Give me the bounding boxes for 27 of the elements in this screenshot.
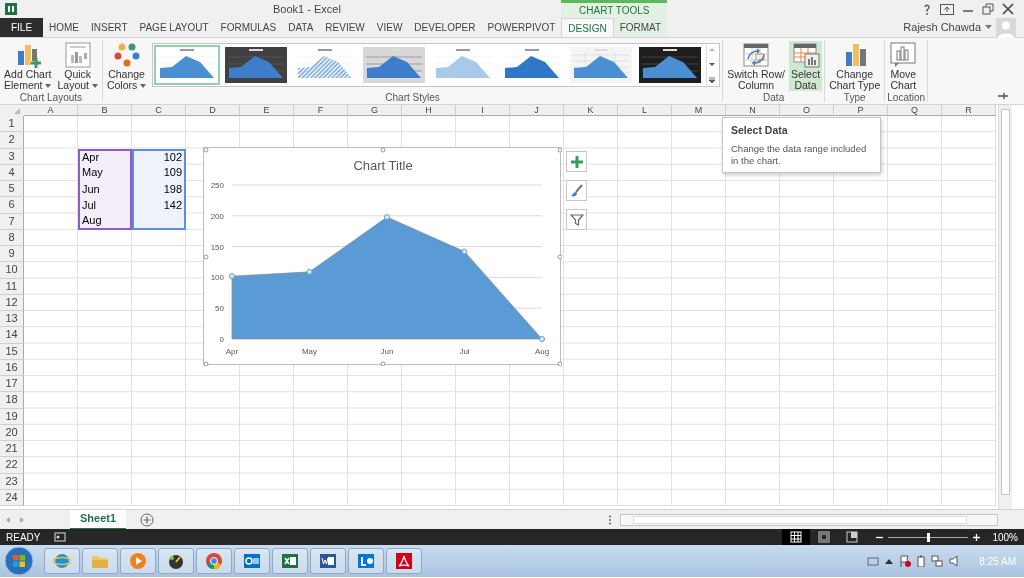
axis-label: 100 — [210, 273, 224, 283]
table-cell: 142 — [132, 197, 186, 214]
table-cell: 102 — [132, 148, 186, 165]
table-cell: 198 — [132, 181, 186, 198]
contextual-tab-label: CHART TOOLS — [578, 4, 651, 18]
axis-label: 150 — [210, 242, 224, 252]
status-text: READY — [6, 530, 41, 545]
table-cell: Apr — [78, 148, 132, 165]
tooltip-text: Change the data range included in the chart. — [731, 142, 868, 167]
group-label: Data — [762, 91, 786, 104]
group-label: Chart Styles — [384, 91, 441, 104]
axis-label: Apr — [225, 347, 239, 356]
group-label: Chart Layouts — [18, 91, 84, 104]
axis-label: 50 — [215, 304, 224, 314]
axis-label: Aug — [534, 347, 550, 356]
axis-label: Jun — [380, 347, 394, 356]
axis-label: May — [301, 347, 318, 356]
group-label: Location — [887, 91, 926, 104]
axis-label: 250 — [210, 181, 224, 190]
group-label: Type — [842, 91, 867, 104]
table-cell: Jul — [78, 197, 132, 214]
table-cell: Jun — [78, 181, 132, 198]
axis-label: Jul — [459, 347, 470, 356]
axis-label: 200 — [210, 211, 224, 221]
axis-label: 0 — [219, 335, 224, 344]
tooltip-title: Select Data — [731, 123, 789, 138]
window-title: Book1 - Excel — [273, 1, 341, 17]
